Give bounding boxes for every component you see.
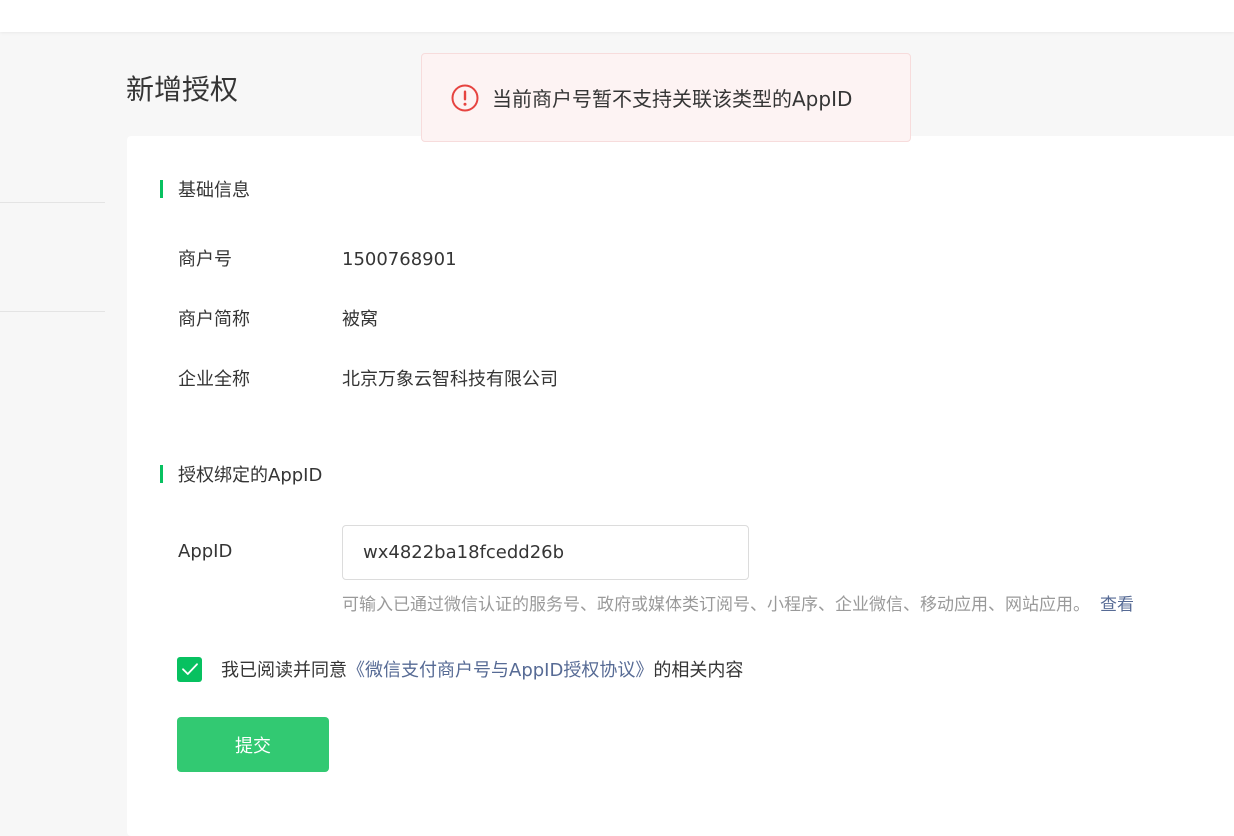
company-full-name-label: 企业全称: [178, 369, 250, 390]
page-title: 新增授权: [126, 73, 239, 106]
submit-button[interactable]: 提交: [177, 717, 329, 772]
sidebar-divider: [0, 311, 105, 312]
agreement-checkbox[interactable]: [177, 656, 202, 682]
agreement-prefix: 我已阅读并同意: [221, 660, 347, 681]
agreement-row: 我已阅读并同意 《微信支付商户号与AppID授权协议》 的相关内容: [177, 656, 743, 682]
section-accent-bar: [160, 465, 163, 483]
section-title-text: 基础信息: [178, 180, 250, 201]
alert-message: 当前商户号暂不支持关联该类型的AppID: [492, 87, 853, 111]
company-full-name-value: 北京万象云智科技有限公司: [342, 369, 558, 390]
merchant-short-name-value: 被窝: [342, 309, 378, 330]
exclamation-circle-icon: [450, 83, 480, 113]
appid-hint-text: 可输入已通过微信认证的服务号、政府或媒体类订阅号、小程序、企业微信、移动应用、网…: [342, 595, 1090, 615]
section-title-text: 授权绑定的AppID: [178, 465, 323, 486]
section-title-basic-info: 基础信息: [160, 177, 250, 201]
checkmark-icon: [181, 663, 198, 675]
merchant-short-name-label: 商户简称: [178, 309, 250, 330]
appid-hint: 可输入已通过微信认证的服务号、政府或媒体类订阅号、小程序、企业微信、移动应用、网…: [342, 593, 1134, 617]
merchant-id-value: 1500768901: [342, 249, 457, 270]
agreement-suffix: 的相关内容: [653, 660, 744, 681]
error-alert: 当前商户号暂不支持关联该类型的AppID: [421, 53, 911, 142]
agreement-link[interactable]: 《微信支付商户号与AppID授权协议》: [347, 656, 653, 682]
merchant-id-label: 商户号: [178, 249, 232, 270]
top-bar: [0, 0, 1234, 32]
view-details-link[interactable]: 查看: [1100, 595, 1134, 615]
section-accent-bar: [160, 180, 163, 198]
appid-label: AppID: [178, 541, 233, 562]
section-title-appid: 授权绑定的AppID: [160, 462, 322, 486]
sidebar-divider: [0, 202, 105, 203]
appid-input[interactable]: [342, 525, 749, 580]
